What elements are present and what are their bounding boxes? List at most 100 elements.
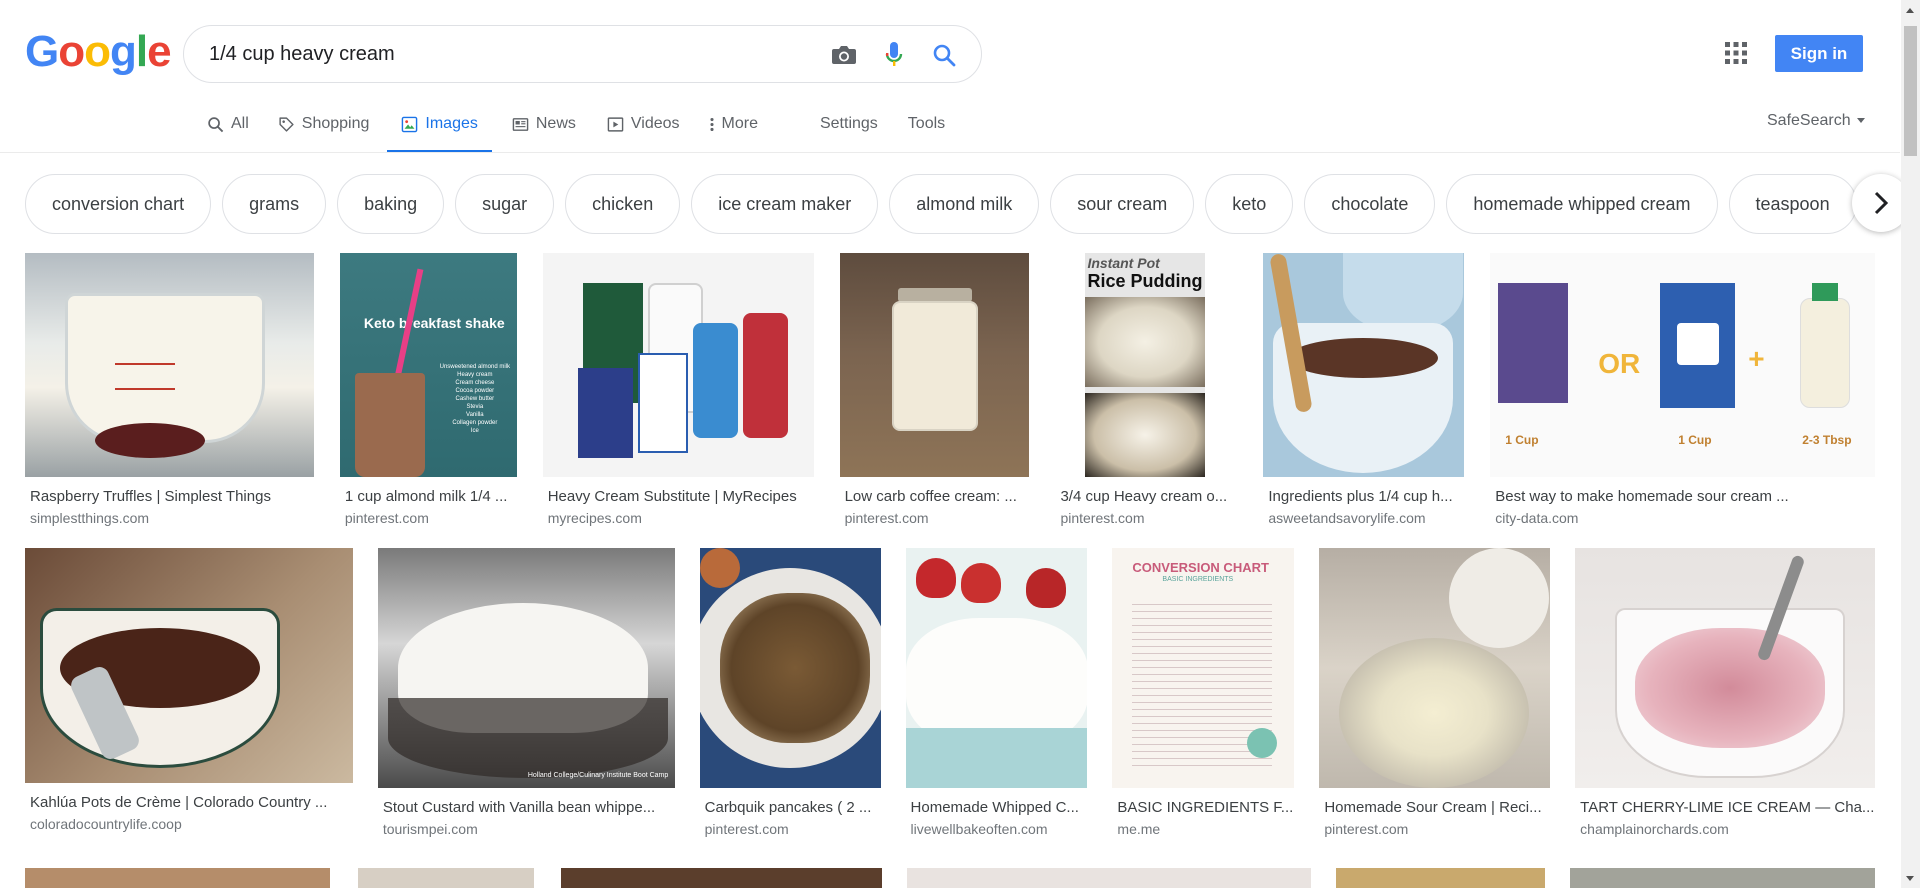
list-item: Unsweetened almond milk [439, 364, 511, 370]
newspaper-icon [512, 116, 529, 133]
result-source: city-data.com [1495, 510, 1579, 526]
search-icon[interactable] [928, 39, 960, 71]
logo-letter: g [110, 27, 137, 76]
google-logo[interactable]: Google [25, 27, 172, 76]
more-vert-icon [709, 116, 715, 133]
image-result[interactable]: Low carb coffee cream: ... pinterest.com [839, 253, 1030, 529]
settings-label: Settings [819, 115, 878, 132]
sign-in-button[interactable]: Sign in [1775, 35, 1863, 72]
tab-all[interactable]: All [207, 112, 249, 136]
image-thumbnail [905, 548, 1088, 788]
tab-label: News [535, 115, 576, 132]
image-thumbnail[interactable] [560, 868, 882, 888]
tab-more[interactable]: More [709, 112, 758, 136]
safesearch-label: SafeSearch [1767, 112, 1851, 129]
list-item: Cashew butter [455, 396, 495, 402]
result-title: Homemade Whipped C... [910, 799, 1079, 816]
image-result[interactable]: Homemade Whipped C... livewellbakeoften.… [905, 548, 1088, 840]
image-thumbnail [1263, 253, 1465, 477]
chip[interactable]: teaspoon [1728, 174, 1857, 234]
tab-label: All [231, 115, 249, 132]
tools-label: Tools [907, 115, 946, 132]
result-source: pinterest.com [844, 510, 929, 526]
overlay-text: 1 Cup [1678, 433, 1712, 447]
image-result[interactable]: Raspberry Truffles | Simplest Things sim… [25, 253, 314, 529]
overlay-text: Keto breakfast shake [363, 315, 505, 331]
chip[interactable]: almond milk [889, 174, 1040, 234]
overlay-text: 1 Cup [1505, 433, 1539, 447]
overlay-text: BASIC INGREDIENTS [1162, 576, 1234, 583]
result-title: Heavy Cream Substitute | MyRecipes [547, 488, 797, 505]
tab-label: Videos [630, 115, 680, 132]
image-thumbnail[interactable] [25, 868, 330, 888]
tab-news[interactable]: News [512, 112, 576, 136]
result-source: simplestthings.com [30, 510, 150, 526]
result-title: Carbquik pancakes ( 2 ... [704, 799, 872, 816]
scroll-down-icon[interactable] [1906, 876, 1914, 881]
result-title: BASIC INGREDIENTS F... [1117, 799, 1294, 816]
image-result[interactable]: CONVERSION CHART BASIC INGREDIENTS BASIC… [1112, 548, 1295, 840]
result-source: coloradocountrylife.coop [30, 816, 182, 832]
image-result[interactable]: Kahlúa Pots de Crème | Colorado Country … [25, 548, 353, 835]
list-item: Vanilla [466, 412, 484, 418]
header-divider [0, 152, 1900, 153]
result-source: champlainorchards.com [1580, 821, 1729, 837]
search-input[interactable] [209, 41, 769, 67]
search-tabs: All Shopping Images News Videos More Set… [207, 112, 945, 153]
ingredient-list: Unsweetened almond milk Heavy cream Crea… [435, 363, 515, 435]
result-title: Homemade Sour Cream | Reci... [1324, 799, 1542, 816]
apps-grid-icon[interactable] [1724, 41, 1748, 65]
chip[interactable]: conversion chart [25, 174, 212, 234]
image-thumbnail[interactable] [357, 868, 534, 888]
chip[interactable]: chocolate [1304, 174, 1436, 234]
image-result[interactable]: Homemade Sour Cream | Reci... pinterest.… [1319, 548, 1551, 840]
chip[interactable]: sugar [455, 174, 555, 234]
chip[interactable]: chicken [565, 174, 681, 234]
chip[interactable]: ice cream maker [691, 174, 879, 234]
image-result[interactable]: Heavy Cream Substitute | MyRecipes myrec… [542, 253, 814, 529]
image-result[interactable]: Carbquik pancakes ( 2 ... pinterest.com [699, 548, 881, 840]
result-source: myrecipes.com [547, 510, 642, 526]
tools-link[interactable]: Tools [908, 112, 945, 136]
camera-icon[interactable] [828, 39, 860, 71]
image-thumbnail [839, 253, 1030, 477]
image-result[interactable]: Keto breakfast shake Unsweetened almond … [339, 253, 517, 529]
result-title: Low carb coffee cream: ... [844, 488, 1017, 505]
result-title: Kahlúa Pots de Crème | Colorado Country … [30, 794, 328, 811]
image-thumbnail[interactable] [1336, 868, 1546, 888]
settings-link[interactable]: Settings [820, 112, 878, 136]
logo-letter: o [84, 27, 111, 76]
microphone-icon[interactable] [878, 39, 910, 71]
image-thumbnail[interactable] [1570, 868, 1875, 888]
image-result[interactable]: Ingredients plus 1/4 cup h... asweetands… [1263, 253, 1465, 529]
chip[interactable]: homemade whipped cream [1446, 174, 1718, 234]
image-result[interactable]: TART CHERRY-LIME ICE CREAM — Cha... cham… [1575, 548, 1875, 840]
caret-down-icon [1857, 118, 1866, 124]
scroll-up-icon[interactable] [1906, 8, 1914, 13]
chip[interactable]: keto [1205, 174, 1294, 234]
tab-videos[interactable]: Videos [607, 112, 680, 136]
overlay-text: Instant Pot [1087, 255, 1160, 271]
logo-letter: o [58, 27, 85, 76]
chip[interactable]: sour cream [1050, 174, 1195, 234]
result-title: Ingredients plus 1/4 cup h... [1268, 488, 1453, 505]
image-thumbnail [1319, 548, 1551, 788]
chip[interactable]: baking [337, 174, 445, 234]
result-source: pinterest.com [1324, 821, 1409, 837]
scrollbar-thumb[interactable] [1904, 26, 1917, 156]
vertical-scrollbar[interactable] [1901, 0, 1920, 888]
image-thumbnail[interactable] [906, 868, 1312, 888]
chip[interactable]: grams [222, 174, 327, 234]
safesearch-dropdown[interactable]: SafeSearch [1767, 112, 1866, 130]
image-results: Raspberry Truffles | Simplest Things sim… [25, 253, 1875, 888]
image-thumbnail [542, 253, 814, 477]
image-result[interactable]: OR + 1 Cup 1 Cup 2-3 Tbsp Best way to ma… [1490, 253, 1875, 529]
image-result[interactable]: Instant Pot Rice Pudding 3/4 cup Heavy c… [1055, 253, 1238, 529]
result-title: Best way to make homemade sour cream ... [1495, 488, 1789, 505]
image-result[interactable]: Holland College/Culinary Institute Boot … [377, 548, 675, 840]
tab-images[interactable]: Images [387, 112, 493, 153]
tab-shopping[interactable]: Shopping [278, 112, 369, 136]
result-title: Stout Custard with Vanilla bean whippe..… [382, 799, 656, 816]
result-title: 3/4 cup Heavy cream o... [1060, 488, 1228, 505]
image-thumbnail: OR + 1 Cup 1 Cup 2-3 Tbsp [1490, 253, 1875, 477]
